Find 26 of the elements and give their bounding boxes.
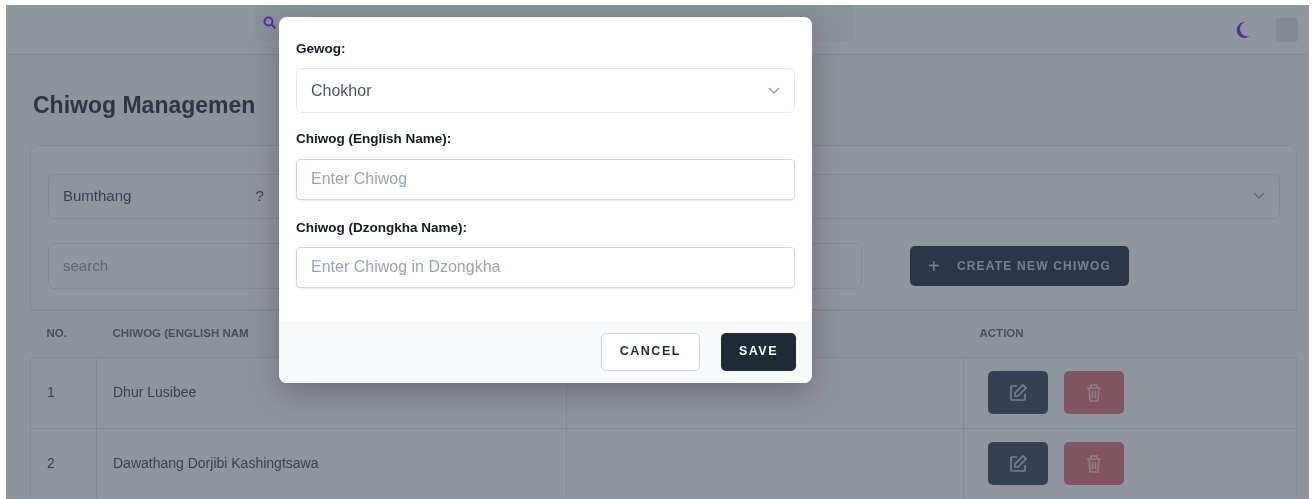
delete-button[interactable] (1064, 442, 1124, 485)
cancel-button[interactable]: CANCEL (600, 332, 700, 371)
edit-icon (1008, 382, 1028, 403)
edit-icon (1008, 453, 1028, 474)
trash-icon (1085, 453, 1103, 474)
field-label: Chiwog (English Name): (296, 130, 453, 149)
table-cell: 1 (30, 357, 97, 428)
help-mark: ? (255, 185, 264, 206)
field-label: Gewog: (296, 40, 347, 58)
delete-button[interactable] (1064, 371, 1124, 414)
select-field[interactable]: Chokhor (296, 68, 795, 114)
chevron-icon (1253, 192, 1265, 200)
chevron-icon (768, 86, 780, 95)
input-field[interactable]: Enter Chiwog in Dzongkha (296, 246, 795, 288)
column-header: NO. (30, 310, 97, 357)
save-button[interactable]: SAVE (720, 332, 796, 371)
field-label: Chiwog (Dzongkha Name): (296, 218, 468, 237)
column-header: ACTION (963, 310, 1297, 357)
edit-button[interactable] (988, 371, 1048, 414)
search-icon (263, 15, 277, 30)
trash-icon (1085, 382, 1103, 403)
table-cell: 2 (30, 428, 97, 499)
edit-button[interactable] (988, 442, 1048, 485)
page-title: Chiwog Managemen (33, 91, 256, 120)
plus-icon: + (928, 250, 941, 281)
input-field[interactable]: Enter Chiwog (296, 158, 795, 200)
